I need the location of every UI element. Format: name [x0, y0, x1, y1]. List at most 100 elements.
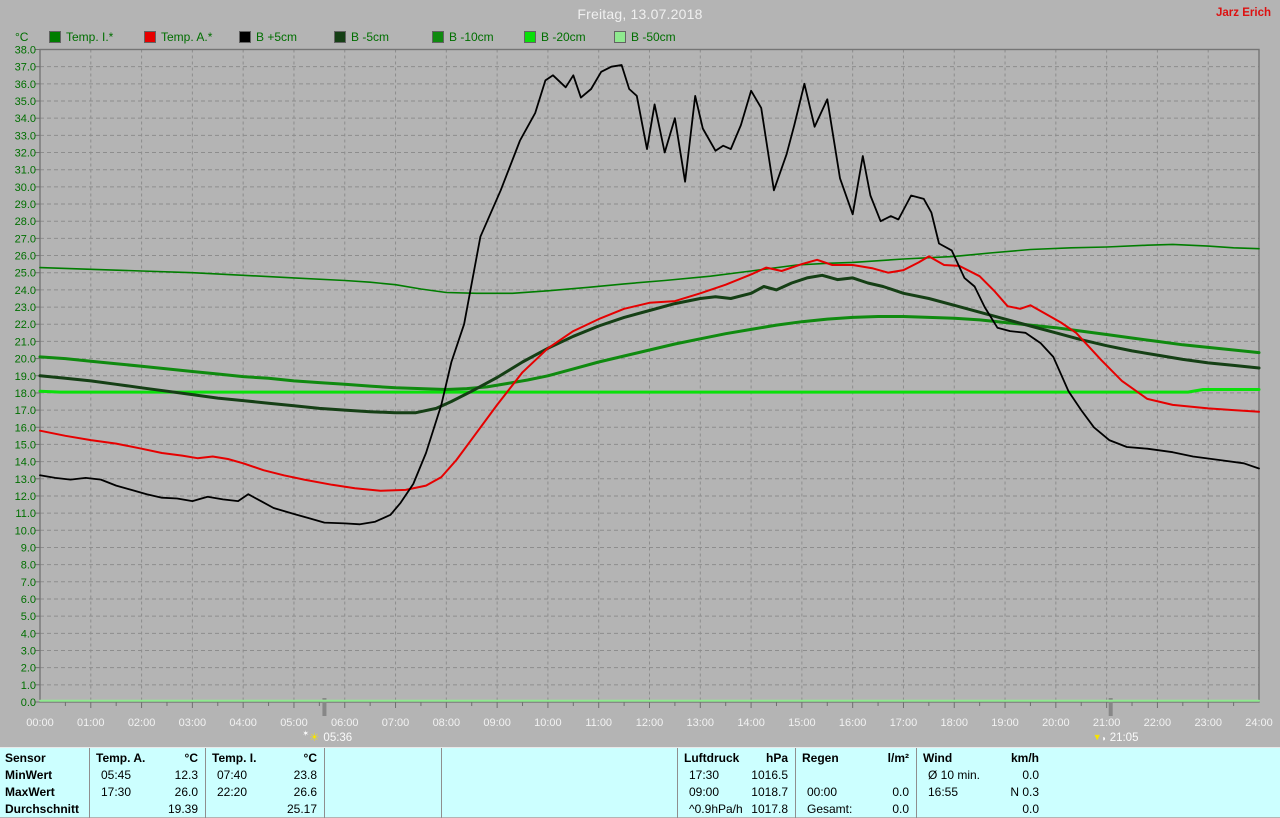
svg-text:20.0: 20.0: [15, 354, 36, 366]
svg-text:5.0: 5.0: [21, 611, 36, 623]
svg-text:17.0: 17.0: [15, 405, 36, 417]
sun-icon: ☀: [309, 732, 319, 744]
svg-text:20:00: 20:00: [1042, 717, 1070, 729]
svg-text:24:00: 24:00: [1245, 717, 1273, 729]
column-unit: km/h: [1010, 751, 1039, 765]
stat-value: 12.3: [174, 768, 198, 782]
svg-text:23:00: 23:00: [1194, 717, 1222, 729]
svg-text:9.0: 9.0: [21, 542, 36, 554]
svg-text:16:00: 16:00: [839, 717, 867, 729]
svg-text:04:00: 04:00: [229, 717, 257, 729]
svg-text:15:00: 15:00: [788, 717, 816, 729]
svg-text:2.0: 2.0: [21, 663, 36, 675]
series-line-b+5cm: [39, 64, 1260, 526]
svg-text:21.0: 21.0: [15, 336, 36, 348]
sun-disc-icon: ◗: [1102, 734, 1107, 743]
stat-value: 25.17: [286, 802, 317, 816]
row-label: Sensor: [5, 751, 46, 765]
svg-text:33.0: 33.0: [15, 130, 36, 142]
table-divider: [205, 748, 206, 818]
svg-text:25.0: 25.0: [15, 268, 36, 280]
column-unit: hPa: [765, 751, 788, 765]
y-axis: 0.0 1.0 2.0 3.0 4.0 5.0 6.0 7.0 8.0 9.0 10.0 11.0 12…: [15, 45, 40, 709]
svg-text:21:00: 21:00: [1093, 717, 1121, 729]
table-divider: [89, 748, 90, 818]
svg-text:19.0: 19.0: [15, 371, 36, 383]
svg-text:19:00: 19:00: [991, 717, 1019, 729]
row-label: MaxWert: [5, 785, 55, 799]
stat-value: 0.0: [1022, 802, 1039, 816]
svg-text:13.0: 13.0: [15, 474, 36, 486]
column-unit: °C: [303, 751, 317, 765]
stat-value: 0.0: [892, 785, 909, 799]
svg-text:0.0: 0.0: [21, 697, 36, 709]
svg-text:14:00: 14:00: [737, 717, 765, 729]
svg-text:35.0: 35.0: [15, 96, 36, 108]
svg-text:14.0: 14.0: [15, 457, 36, 469]
svg-text:4.0: 4.0: [21, 628, 36, 640]
svg-text:11.0: 11.0: [15, 508, 36, 520]
stat-value: 23.8: [293, 768, 317, 782]
svg-text:03:00: 03:00: [179, 717, 207, 729]
table-divider: [441, 748, 442, 818]
sunset-icon: ▼: [1093, 732, 1102, 742]
table-divider: [324, 748, 325, 818]
column-unit: l/m²: [887, 751, 909, 765]
svg-text:08:00: 08:00: [433, 717, 461, 729]
row-label: Durchschnitt: [5, 802, 80, 816]
svg-text:02:00: 02:00: [128, 717, 156, 729]
svg-text:28.0: 28.0: [15, 216, 36, 228]
svg-text:12:00: 12:00: [636, 717, 664, 729]
svg-text:22:00: 22:00: [1144, 717, 1172, 729]
svg-text:18.0: 18.0: [15, 388, 36, 400]
svg-text:30.0: 30.0: [15, 182, 36, 194]
svg-text:37.0: 37.0: [15, 62, 36, 74]
stat-value: 1018.7: [751, 785, 788, 799]
stat-value: 26.0: [174, 785, 198, 799]
svg-text:15.0: 15.0: [15, 439, 36, 451]
x-axis: 00:00 01:00 02:00 03:00 04:00 05:00 06:00 07:00…: [26, 702, 1273, 729]
series-line-b-20cm: [38, 388, 1261, 394]
svg-text:09:00: 09:00: [483, 717, 511, 729]
svg-text:12.0: 12.0: [15, 491, 36, 503]
svg-text:11:00: 11:00: [585, 717, 612, 729]
svg-text:36.0: 36.0: [15, 79, 36, 91]
svg-text:31.0: 31.0: [15, 165, 36, 177]
svg-text:22.0: 22.0: [15, 319, 36, 331]
temperature-chart: 0.0 1.0 2.0 3.0 4.0 5.0 6.0 7.0 8.0 9.0 10.0 11.0 12…: [15, 45, 1273, 745]
stats-table: Sensor MinWert MaxWert Durchschnitt Temp. A.…: [0, 747, 1280, 818]
svg-text:26.0: 26.0: [15, 251, 36, 263]
sunrise-time-label: 05:36: [323, 732, 352, 744]
sunset-time-label: 21:05: [1110, 732, 1139, 744]
table-divider: [916, 748, 917, 818]
svg-text:7.0: 7.0: [21, 577, 36, 589]
weather-app-window: { "header": { "title": "Freitag, 13.07.2…: [0, 0, 1280, 818]
row-label: MinWert: [5, 768, 53, 782]
table-divider: [795, 748, 796, 818]
svg-text:27.0: 27.0: [15, 233, 36, 245]
stat-value: 1016.5: [751, 768, 788, 782]
svg-text:23.0: 23.0: [15, 302, 36, 314]
svg-text:00:00: 00:00: [26, 717, 54, 729]
table-divider: [677, 748, 678, 818]
svg-text:05:00: 05:00: [280, 717, 308, 729]
svg-text:1.0: 1.0: [21, 680, 36, 692]
stat-value: 19.39: [167, 802, 198, 816]
stat-value: 0.0: [892, 802, 909, 816]
svg-text:24.0: 24.0: [15, 285, 36, 297]
stat-value: 26.6: [293, 785, 317, 799]
svg-text:38.0: 38.0: [15, 45, 36, 57]
svg-text:29.0: 29.0: [15, 199, 36, 211]
stat-value: N 0.3: [1010, 785, 1039, 799]
stat-value: 1017.8: [751, 802, 788, 816]
svg-text:10.0: 10.0: [15, 525, 36, 537]
sunrise-icon: ✶: [302, 729, 309, 738]
svg-text:18:00: 18:00: [940, 717, 968, 729]
column-unit: °C: [184, 751, 198, 765]
svg-text:16.0: 16.0: [15, 422, 36, 434]
svg-text:8.0: 8.0: [21, 560, 36, 572]
svg-text:6.0: 6.0: [21, 594, 36, 606]
svg-text:3.0: 3.0: [21, 645, 36, 657]
svg-text:13:00: 13:00: [687, 717, 715, 729]
svg-text:01:00: 01:00: [77, 717, 105, 729]
